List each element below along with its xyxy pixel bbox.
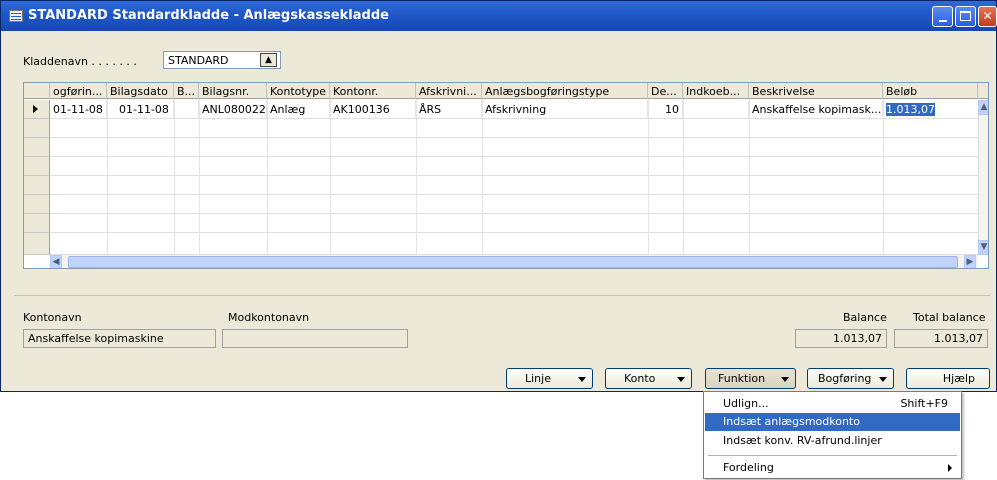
col-bogforingsdato[interactable]: ogførin... — [50, 83, 107, 99]
funktion-button[interactable]: Funktion — [705, 368, 796, 389]
bogforing-label: Bogføring — [818, 372, 872, 385]
vertical-scrollbar[interactable]: ▲ ▼ — [978, 100, 988, 255]
grid-header: ogførin... Bilagsdato B... Bilagsnr. Kon… — [24, 83, 988, 99]
row-selector-header — [24, 83, 50, 99]
balance-value: 1.013,07 — [795, 329, 887, 348]
col-de[interactable]: De... — [648, 83, 683, 99]
col-afskrivning[interactable]: Afskrivni... — [416, 83, 482, 99]
minimize-icon — [939, 20, 947, 22]
menu-item-label: Indsæt anlægsmodkonto — [723, 415, 860, 428]
total-balance-label: Total balance — [913, 311, 986, 324]
row-selector[interactable] — [24, 157, 50, 176]
funktion-menu: Udlign... Shift+F9 Indsæt anlægsmodkonto… — [703, 391, 962, 479]
total-balance-value: 1.013,07 — [894, 329, 988, 348]
cell-belob[interactable]: 1.013,07 — [883, 100, 978, 119]
cell-type[interactable]: Afskrivning — [482, 100, 648, 119]
horizontal-scroll-thumb[interactable] — [68, 256, 958, 268]
cell-bogforingsdato[interactable]: 01-11-08 — [50, 100, 107, 119]
title-bar[interactable]: STANDARD Standardkladde - Anlægskassekla… — [1, 1, 997, 31]
row-selector[interactable] — [24, 138, 50, 157]
menu-item-label: Udlign... — [723, 397, 769, 410]
maximize-icon — [960, 11, 971, 21]
row-selector[interactable] — [24, 176, 50, 195]
chevron-down-icon — [578, 377, 586, 382]
row-selector[interactable] — [24, 100, 50, 119]
col-beskrivelse[interactable]: Beskrivelse — [749, 83, 883, 99]
scroll-right-icon[interactable]: ▶ — [964, 255, 976, 268]
kontonavn-label: Kontonavn — [23, 311, 82, 324]
linje-button[interactable]: Linje — [506, 368, 593, 389]
table-row[interactable] — [24, 138, 978, 157]
cell-kontonr[interactable]: AK100136 — [330, 100, 416, 119]
cell-beskrivelse[interactable]: Anskaffelse kopimask... — [749, 100, 883, 119]
chevron-down-icon — [677, 377, 685, 382]
modkontonavn-value — [222, 329, 408, 348]
konto-label: Konto — [624, 372, 656, 385]
col-bilagsnr[interactable]: Bilagsnr. — [199, 83, 267, 99]
col-bilagsdato[interactable]: Bilagsdato — [107, 83, 174, 99]
col-anlaegsbogforingstype[interactable]: Anlægsbogføringstype — [482, 83, 648, 99]
journal-grid: ogførin... Bilagsdato B... Bilagsnr. Kon… — [23, 82, 989, 269]
bogforing-button[interactable]: Bogføring — [807, 368, 894, 389]
row-selector[interactable] — [24, 195, 50, 214]
kladdenavn-label: Kladdenavn . . . . . . . — [23, 55, 137, 68]
minimize-button[interactable] — [932, 6, 953, 27]
window-title: STANDARD Standardkladde - Anlægskassekla… — [28, 8, 389, 23]
col-kontotype[interactable]: Kontotype — [267, 83, 330, 99]
menu-separator — [708, 455, 957, 456]
cell-de[interactable]: 10 — [648, 100, 683, 119]
cell-kontotype[interactable]: Anlæg — [267, 100, 330, 119]
menu-item-udlign[interactable]: Udlign... Shift+F9 — [705, 395, 960, 413]
linje-label: Linje — [525, 372, 551, 385]
scroll-left-icon[interactable]: ◀ — [50, 255, 62, 268]
menu-item-fordeling[interactable]: Fordeling — [705, 459, 960, 477]
belob-value[interactable]: 1.013,07 — [886, 103, 935, 116]
submenu-arrow-icon — [948, 464, 952, 472]
menu-item-shortcut: Shift+F9 — [900, 397, 948, 410]
table-row[interactable] — [24, 157, 978, 176]
cell-indkoeb[interactable] — [683, 100, 749, 119]
row-selector[interactable] — [24, 119, 50, 138]
cell-b[interactable] — [174, 100, 199, 119]
col-b[interactable]: B... — [174, 83, 199, 99]
table-row[interactable] — [24, 176, 978, 195]
menu-item-indsaet-konv-linjer[interactable]: Indsæt konv. RV-afrund.linjer — [705, 432, 960, 450]
current-row-icon — [33, 105, 38, 113]
scroll-down-icon[interactable]: ▼ — [978, 240, 988, 255]
col-indkoeb[interactable]: Indkoeb... — [683, 83, 749, 99]
cell-afskrivning[interactable]: ÅRS — [416, 100, 482, 119]
maximize-button[interactable] — [955, 6, 976, 27]
close-icon: ✕ — [982, 9, 993, 23]
horizontal-scrollbar[interactable]: ◀ ▶ — [50, 255, 978, 268]
konto-button[interactable]: Konto — [605, 368, 692, 389]
modkontonavn-label: Modkontonavn — [228, 311, 310, 324]
cell-bilagsdato[interactable]: 01-11-08 — [107, 100, 174, 119]
menu-item-label: Fordeling — [723, 461, 774, 474]
journal-icon — [9, 10, 23, 22]
hjaelp-button[interactable]: Hjælp — [906, 368, 990, 389]
chevron-down-icon — [781, 377, 789, 382]
chevron-down-icon — [879, 377, 887, 382]
balance-label: Balance — [843, 311, 887, 324]
table-row[interactable] — [24, 214, 978, 233]
footer-frame — [14, 295, 990, 359]
menu-item-label: Indsæt konv. RV-afrund.linjer — [723, 434, 882, 447]
row-selector[interactable] — [24, 233, 50, 255]
table-row[interactable] — [24, 233, 978, 255]
col-belob[interactable]: Beløb — [883, 83, 978, 99]
funktion-label: Funktion — [718, 372, 766, 385]
col-kontonr[interactable]: Kontonr. — [330, 83, 416, 99]
kontonavn-value: Anskaffelse kopimaskine — [23, 329, 216, 348]
row-selector[interactable] — [24, 214, 50, 233]
journal-window: STANDARD Standardkladde - Anlægskassekla… — [0, 0, 997, 392]
table-row[interactable] — [24, 195, 978, 214]
table-row[interactable] — [24, 119, 978, 138]
scroll-up-icon[interactable]: ▲ — [978, 100, 988, 115]
lookup-arrow-icon[interactable]: ▲ — [260, 53, 277, 67]
table-row[interactable]: 01-11-08 01-11-08 ANL080022 Anlæg AK1001… — [24, 100, 978, 119]
close-button[interactable]: ✕ — [978, 6, 997, 27]
cell-bilagsnr[interactable]: ANL080022 — [199, 100, 267, 119]
menu-item-indsaet-anlaegsmodkonto[interactable]: Indsæt anlægsmodkonto — [705, 413, 960, 431]
